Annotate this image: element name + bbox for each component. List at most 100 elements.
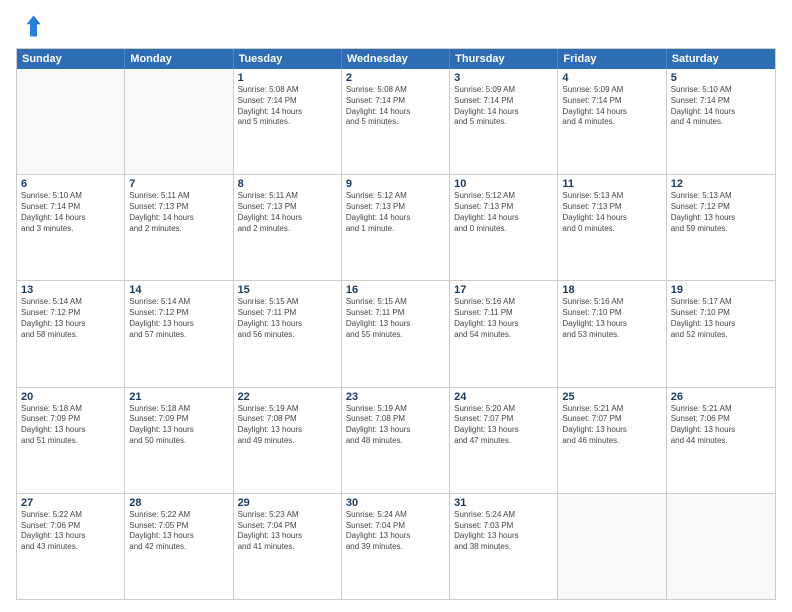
cell-info: Sunrise: 5:09 AM Sunset: 7:14 PM Dayligh… xyxy=(454,85,553,128)
cell-day-number: 20 xyxy=(21,391,120,403)
calendar-cell: 13Sunrise: 5:14 AM Sunset: 7:12 PM Dayli… xyxy=(17,281,125,386)
cell-day-number: 21 xyxy=(129,391,228,403)
cell-day-number: 25 xyxy=(562,391,661,403)
calendar-row-3: 13Sunrise: 5:14 AM Sunset: 7:12 PM Dayli… xyxy=(17,281,775,387)
calendar-cell: 17Sunrise: 5:16 AM Sunset: 7:11 PM Dayli… xyxy=(450,281,558,386)
cell-info: Sunrise: 5:16 AM Sunset: 7:10 PM Dayligh… xyxy=(562,297,661,340)
cell-day-number: 18 xyxy=(562,284,661,296)
cell-day-number: 27 xyxy=(21,497,120,509)
cell-info: Sunrise: 5:11 AM Sunset: 7:13 PM Dayligh… xyxy=(238,191,337,234)
cell-day-number: 6 xyxy=(21,178,120,190)
cell-day-number: 15 xyxy=(238,284,337,296)
cell-info: Sunrise: 5:14 AM Sunset: 7:12 PM Dayligh… xyxy=(21,297,120,340)
cell-day-number: 16 xyxy=(346,284,445,296)
cell-day-number: 24 xyxy=(454,391,553,403)
calendar-cell: 18Sunrise: 5:16 AM Sunset: 7:10 PM Dayli… xyxy=(558,281,666,386)
cell-day-number: 8 xyxy=(238,178,337,190)
cell-info: Sunrise: 5:17 AM Sunset: 7:10 PM Dayligh… xyxy=(671,297,771,340)
cell-day-number: 22 xyxy=(238,391,337,403)
calendar-row-5: 27Sunrise: 5:22 AM Sunset: 7:06 PM Dayli… xyxy=(17,494,775,599)
cell-day-number: 13 xyxy=(21,284,120,296)
calendar-cell xyxy=(558,494,666,599)
cell-info: Sunrise: 5:14 AM Sunset: 7:12 PM Dayligh… xyxy=(129,297,228,340)
cell-info: Sunrise: 5:18 AM Sunset: 7:09 PM Dayligh… xyxy=(21,404,120,447)
cell-day-number: 11 xyxy=(562,178,661,190)
page: SundayMondayTuesdayWednesdayThursdayFrid… xyxy=(0,0,792,612)
calendar-body: 1Sunrise: 5:08 AM Sunset: 7:14 PM Daylig… xyxy=(17,69,775,599)
calendar-cell: 2Sunrise: 5:08 AM Sunset: 7:14 PM Daylig… xyxy=(342,69,450,174)
calendar-cell: 20Sunrise: 5:18 AM Sunset: 7:09 PM Dayli… xyxy=(17,388,125,493)
calendar-cell: 10Sunrise: 5:12 AM Sunset: 7:13 PM Dayli… xyxy=(450,175,558,280)
cell-info: Sunrise: 5:21 AM Sunset: 7:06 PM Dayligh… xyxy=(671,404,771,447)
cell-info: Sunrise: 5:11 AM Sunset: 7:13 PM Dayligh… xyxy=(129,191,228,234)
cell-info: Sunrise: 5:24 AM Sunset: 7:03 PM Dayligh… xyxy=(454,510,553,553)
calendar-cell: 19Sunrise: 5:17 AM Sunset: 7:10 PM Dayli… xyxy=(667,281,775,386)
cell-info: Sunrise: 5:20 AM Sunset: 7:07 PM Dayligh… xyxy=(454,404,553,447)
cell-info: Sunrise: 5:12 AM Sunset: 7:13 PM Dayligh… xyxy=(454,191,553,234)
header-day-sunday: Sunday xyxy=(17,49,125,69)
cell-day-number: 29 xyxy=(238,497,337,509)
header-day-monday: Monday xyxy=(125,49,233,69)
cell-day-number: 19 xyxy=(671,284,771,296)
calendar-cell: 23Sunrise: 5:19 AM Sunset: 7:08 PM Dayli… xyxy=(342,388,450,493)
cell-day-number: 14 xyxy=(129,284,228,296)
calendar-cell: 5Sunrise: 5:10 AM Sunset: 7:14 PM Daylig… xyxy=(667,69,775,174)
calendar-cell xyxy=(125,69,233,174)
calendar-cell: 3Sunrise: 5:09 AM Sunset: 7:14 PM Daylig… xyxy=(450,69,558,174)
cell-info: Sunrise: 5:08 AM Sunset: 7:14 PM Dayligh… xyxy=(346,85,445,128)
calendar-cell: 7Sunrise: 5:11 AM Sunset: 7:13 PM Daylig… xyxy=(125,175,233,280)
calendar-cell: 1Sunrise: 5:08 AM Sunset: 7:14 PM Daylig… xyxy=(234,69,342,174)
logo-icon xyxy=(16,12,44,40)
cell-day-number: 12 xyxy=(671,178,771,190)
cell-day-number: 23 xyxy=(346,391,445,403)
cell-day-number: 10 xyxy=(454,178,553,190)
header-day-wednesday: Wednesday xyxy=(342,49,450,69)
calendar-cell: 25Sunrise: 5:21 AM Sunset: 7:07 PM Dayli… xyxy=(558,388,666,493)
calendar: SundayMondayTuesdayWednesdayThursdayFrid… xyxy=(16,48,776,600)
cell-day-number: 7 xyxy=(129,178,228,190)
calendar-cell: 31Sunrise: 5:24 AM Sunset: 7:03 PM Dayli… xyxy=(450,494,558,599)
cell-day-number: 5 xyxy=(671,72,771,84)
cell-day-number: 2 xyxy=(346,72,445,84)
header-day-saturday: Saturday xyxy=(667,49,775,69)
cell-day-number: 4 xyxy=(562,72,661,84)
calendar-row-4: 20Sunrise: 5:18 AM Sunset: 7:09 PM Dayli… xyxy=(17,388,775,494)
cell-day-number: 26 xyxy=(671,391,771,403)
calendar-cell: 9Sunrise: 5:12 AM Sunset: 7:13 PM Daylig… xyxy=(342,175,450,280)
cell-day-number: 28 xyxy=(129,497,228,509)
calendar-cell: 6Sunrise: 5:10 AM Sunset: 7:14 PM Daylig… xyxy=(17,175,125,280)
cell-info: Sunrise: 5:15 AM Sunset: 7:11 PM Dayligh… xyxy=(346,297,445,340)
cell-info: Sunrise: 5:08 AM Sunset: 7:14 PM Dayligh… xyxy=(238,85,337,128)
cell-info: Sunrise: 5:21 AM Sunset: 7:07 PM Dayligh… xyxy=(562,404,661,447)
cell-day-number: 1 xyxy=(238,72,337,84)
calendar-cell: 24Sunrise: 5:20 AM Sunset: 7:07 PM Dayli… xyxy=(450,388,558,493)
calendar-cell: 27Sunrise: 5:22 AM Sunset: 7:06 PM Dayli… xyxy=(17,494,125,599)
cell-info: Sunrise: 5:22 AM Sunset: 7:05 PM Dayligh… xyxy=(129,510,228,553)
cell-info: Sunrise: 5:19 AM Sunset: 7:08 PM Dayligh… xyxy=(238,404,337,447)
cell-info: Sunrise: 5:16 AM Sunset: 7:11 PM Dayligh… xyxy=(454,297,553,340)
calendar-cell: 14Sunrise: 5:14 AM Sunset: 7:12 PM Dayli… xyxy=(125,281,233,386)
cell-info: Sunrise: 5:13 AM Sunset: 7:12 PM Dayligh… xyxy=(671,191,771,234)
calendar-cell: 4Sunrise: 5:09 AM Sunset: 7:14 PM Daylig… xyxy=(558,69,666,174)
calendar-cell xyxy=(667,494,775,599)
calendar-cell: 16Sunrise: 5:15 AM Sunset: 7:11 PM Dayli… xyxy=(342,281,450,386)
cell-info: Sunrise: 5:09 AM Sunset: 7:14 PM Dayligh… xyxy=(562,85,661,128)
cell-info: Sunrise: 5:24 AM Sunset: 7:04 PM Dayligh… xyxy=(346,510,445,553)
cell-info: Sunrise: 5:22 AM Sunset: 7:06 PM Dayligh… xyxy=(21,510,120,553)
cell-info: Sunrise: 5:10 AM Sunset: 7:14 PM Dayligh… xyxy=(21,191,120,234)
calendar-row-1: 1Sunrise: 5:08 AM Sunset: 7:14 PM Daylig… xyxy=(17,69,775,175)
cell-day-number: 17 xyxy=(454,284,553,296)
calendar-cell: 30Sunrise: 5:24 AM Sunset: 7:04 PM Dayli… xyxy=(342,494,450,599)
logo xyxy=(16,12,48,40)
header xyxy=(16,12,776,40)
calendar-cell: 28Sunrise: 5:22 AM Sunset: 7:05 PM Dayli… xyxy=(125,494,233,599)
calendar-cell: 8Sunrise: 5:11 AM Sunset: 7:13 PM Daylig… xyxy=(234,175,342,280)
cell-day-number: 9 xyxy=(346,178,445,190)
cell-info: Sunrise: 5:15 AM Sunset: 7:11 PM Dayligh… xyxy=(238,297,337,340)
cell-day-number: 3 xyxy=(454,72,553,84)
calendar-cell xyxy=(17,69,125,174)
cell-info: Sunrise: 5:12 AM Sunset: 7:13 PM Dayligh… xyxy=(346,191,445,234)
calendar-row-2: 6Sunrise: 5:10 AM Sunset: 7:14 PM Daylig… xyxy=(17,175,775,281)
calendar-cell: 21Sunrise: 5:18 AM Sunset: 7:09 PM Dayli… xyxy=(125,388,233,493)
calendar-cell: 26Sunrise: 5:21 AM Sunset: 7:06 PM Dayli… xyxy=(667,388,775,493)
